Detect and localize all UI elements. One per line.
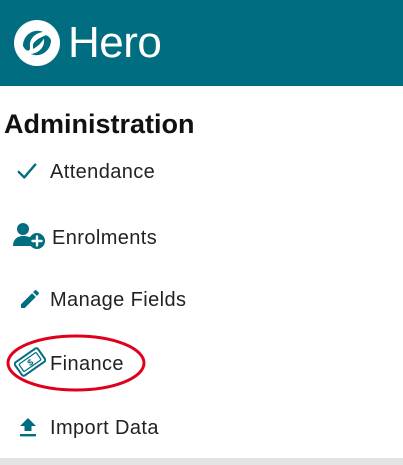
brand-name: Hero — [68, 18, 162, 67]
highlight-circle — [6, 334, 146, 392]
section-title: Administration — [4, 109, 195, 139]
menu-item-label: Enrolments — [52, 227, 158, 249]
menu-item-import-data[interactable]: Import Data — [0, 396, 403, 460]
menu-item-manage-fields[interactable]: Manage Fields — [0, 268, 403, 332]
bottom-scroll-edge — [0, 458, 403, 465]
upload-icon — [20, 418, 36, 437]
menu-item-enrolments[interactable]: Enrolments — [0, 204, 403, 268]
menu-item-label: Manage Fields — [50, 289, 187, 311]
menu-item-label: Import Data — [50, 417, 159, 439]
menu-item-label: Attendance — [50, 161, 156, 183]
person-add-icon — [13, 223, 45, 249]
pencil-icon — [21, 289, 40, 308]
hero-logo-icon[interactable] — [13, 19, 61, 67]
menu-item-attendance[interactable]: Attendance — [0, 140, 403, 204]
app-window: Hero Administration Attendance Enrolment… — [0, 0, 403, 465]
app-header: Hero — [0, 0, 403, 86]
check-icon — [17, 163, 37, 179]
